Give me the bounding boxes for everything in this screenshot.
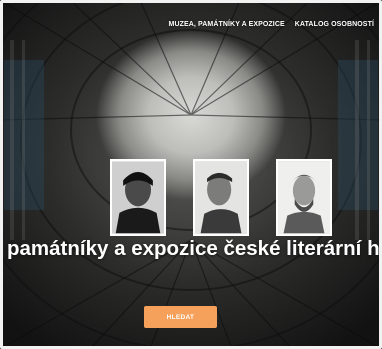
portrait-image-1 (112, 161, 164, 234)
nav-link-museums[interactable]: MUZEA, PAMÁTNÍKY A EXPOZICE (169, 21, 285, 28)
author-portrait-2[interactable] (193, 159, 249, 236)
author-portrait-3[interactable] (276, 159, 332, 236)
top-navigation: MUZEA, PAMÁTNÍKY A EXPOZICE KATALOG OSOB… (169, 21, 374, 28)
search-button[interactable]: HLEDAT (144, 306, 217, 328)
hero-headline: památníky a expozice české literární his… (7, 237, 382, 260)
author-portrait-1[interactable] (110, 159, 166, 236)
hero-banner: MUZEA, PAMÁTNÍKY A EXPOZICE KATALOG OSOB… (0, 0, 382, 349)
portrait-image-2 (195, 161, 247, 234)
nav-link-catalog[interactable]: KATALOG OSOBNOSTÍ (295, 21, 374, 28)
portrait-image-3 (278, 161, 330, 234)
hero-headline-wrap: památníky a expozice české literární his… (0, 234, 382, 264)
